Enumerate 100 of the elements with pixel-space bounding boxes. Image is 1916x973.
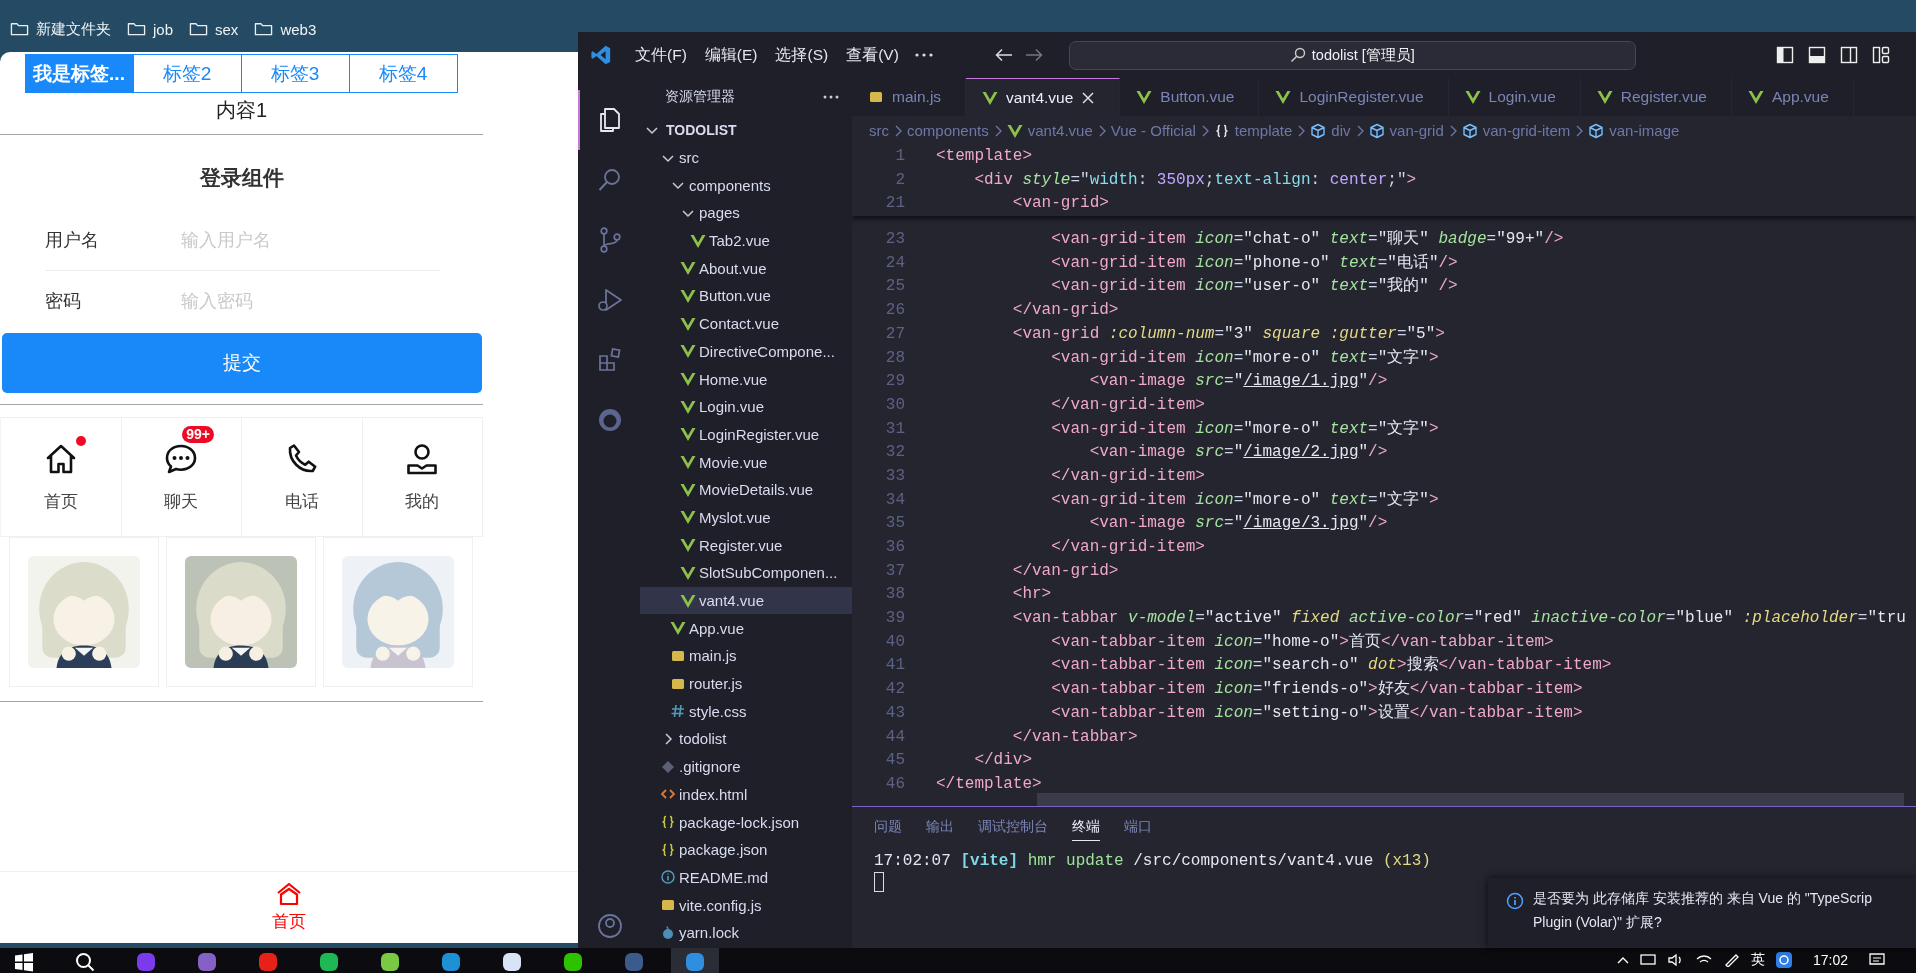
command-center[interactable]: todolist [管理员] — [1068, 40, 1636, 70]
tree-item[interactable]: package.json — [640, 835, 852, 864]
tab[interactable]: 标签3 — [240, 54, 350, 93]
menu-item[interactable]: 文件(F) — [626, 44, 696, 66]
tab[interactable]: 标签2 — [132, 54, 242, 93]
grid-item[interactable]: 我的 — [362, 417, 483, 537]
sidebar-toggle-icon[interactable] — [1776, 46, 1794, 64]
panel-toggle-icon[interactable] — [1808, 46, 1826, 64]
tree-item[interactable]: index.html — [640, 780, 852, 809]
editor-tab[interactable]: Button.vue — [1120, 78, 1260, 116]
menu-item[interactable]: 编辑(E) — [695, 44, 767, 66]
close-icon[interactable] — [1081, 90, 1096, 105]
layout-icon[interactable] — [1872, 46, 1890, 64]
secondary-sidebar-icon[interactable] — [1840, 46, 1858, 64]
breadcrumb-item[interactable]: van-grid-item — [1461, 122, 1571, 139]
editor-tab[interactable]: App.vue — [1731, 78, 1854, 116]
tree-item[interactable]: LoginRegister.vue — [640, 420, 852, 449]
line-number: 29 — [884, 371, 905, 393]
tree-item[interactable]: DirectiveCompone... — [640, 337, 852, 366]
tree-item[interactable]: todolist — [640, 725, 852, 753]
grid-item-label: 首页 — [43, 490, 78, 513]
bookmark-item[interactable]: web3 — [254, 20, 317, 38]
tree-item[interactable]: About.vue — [640, 254, 852, 283]
tree-item[interactable]: style.css — [640, 697, 852, 726]
cube-icon — [1310, 122, 1327, 139]
tree-item[interactable]: Login.vue — [640, 392, 852, 421]
tree-item[interactable]: vant4.vue — [640, 586, 852, 615]
tree-item[interactable]: App.vue — [640, 614, 852, 643]
notification-icon[interactable] — [1868, 952, 1886, 968]
tree-item[interactable]: SlotSubComponen... — [640, 559, 852, 587]
clock[interactable]: 17:02 — [1812, 952, 1848, 968]
editor-tab[interactable]: Register.vue — [1580, 78, 1732, 116]
tree-item[interactable]: router.js — [640, 669, 852, 698]
line-number: 25 — [884, 276, 905, 298]
breadcrumb-item[interactable]: van-grid — [1368, 122, 1444, 139]
breadcrumb-item[interactable]: Vue - Official — [1110, 122, 1196, 139]
forward-arrow-icon[interactable] — [1023, 47, 1044, 63]
code-line: <hr> — [1011, 584, 1052, 606]
breadcrumb-item[interactable]: src — [869, 122, 889, 139]
image-cell[interactable] — [166, 537, 316, 687]
tree-item[interactable]: pages — [640, 199, 852, 227]
tabbar-item[interactable]: 首页 — [262, 872, 316, 943]
menu-item[interactable]: 查看(V) — [837, 44, 908, 66]
grid-item[interactable]: 首页 — [1, 417, 122, 537]
image-cell[interactable] — [323, 537, 473, 687]
tree-item[interactable]: TODOLIST — [640, 116, 852, 144]
image-cell[interactable] — [9, 537, 159, 687]
more-icon[interactable] — [822, 94, 840, 100]
panel-tab[interactable]: 输出 — [926, 813, 954, 841]
tree-item[interactable]: yarn.lock — [640, 918, 852, 947]
grid-item-label: 电话 — [284, 490, 319, 513]
breadcrumb-item[interactable]: van-image — [1588, 122, 1680, 139]
tree-item[interactable]: package-lock.json — [640, 808, 852, 836]
panel-tab[interactable]: 调试控制台 — [978, 813, 1048, 841]
tree-item[interactable]: Tab2.vue — [640, 226, 852, 255]
cube-icon — [1588, 122, 1605, 139]
line-number: 36 — [884, 537, 905, 558]
tree-item[interactable]: Register.vue — [640, 531, 852, 559]
tree-item[interactable]: Contact.vue — [640, 309, 852, 338]
back-arrow-icon[interactable] — [993, 47, 1014, 63]
breadcrumb-item[interactable]: components — [907, 122, 989, 139]
panel-tab[interactable]: 端口 — [1124, 813, 1152, 841]
submit-button[interactable]: 提交 — [2, 333, 482, 393]
bookmark-item[interactable]: job — [127, 20, 174, 38]
panel-tab[interactable]: 终端 — [1072, 813, 1100, 841]
grid-item-label: 聊天 — [164, 490, 199, 513]
panel-tab[interactable]: 问题 — [874, 813, 902, 841]
grid-item[interactable]: 99+ 聊天 — [121, 417, 242, 537]
tree-item[interactable]: MovieDetails.vue — [640, 475, 852, 504]
menu-item[interactable]: 选择(S) — [766, 44, 838, 66]
breadcrumb-item[interactable]: template — [1213, 122, 1293, 139]
app-icon[interactable] — [1774, 951, 1793, 969]
line-number: 33 — [884, 465, 905, 487]
network-icon[interactable] — [1638, 953, 1657, 967]
bookmark-item[interactable]: 新建文件夹 — [10, 19, 111, 39]
tree-item[interactable]: main.js — [640, 642, 852, 670]
breadcrumb-item[interactable]: vant4.vue — [1006, 122, 1093, 139]
tree-item[interactable]: Myslot.vue — [640, 503, 852, 532]
windows-logo-icon — [14, 952, 34, 972]
input-method-indicator[interactable]: 英 — [1750, 951, 1765, 969]
more-icon[interactable] — [913, 52, 934, 58]
line-number: 27 — [884, 323, 905, 345]
tree-item[interactable]: .gitignore — [640, 752, 852, 781]
editor-tab[interactable]: LoginRegister.vue — [1259, 78, 1449, 116]
tab[interactable]: 我是标签... — [24, 54, 134, 93]
tree-item[interactable]: vite.config.js — [640, 891, 852, 919]
editor-tab[interactable]: Login.vue — [1448, 78, 1581, 116]
breadcrumb-item[interactable]: div — [1310, 122, 1351, 139]
tree-item[interactable]: Movie.vue — [640, 448, 852, 476]
tree-item[interactable]: Button.vue — [640, 282, 852, 310]
chevron-up-icon[interactable] — [1616, 956, 1629, 964]
tree-item[interactable]: components — [640, 171, 852, 200]
editor-tab[interactable]: vant4.vue — [966, 78, 1121, 116]
tree-item[interactable]: src — [640, 143, 852, 172]
horizontal-scrollbar[interactable] — [1037, 793, 1904, 806]
tree-item[interactable]: Home.vue — [640, 365, 852, 393]
tab[interactable]: 标签4 — [348, 54, 458, 93]
tree-item[interactable]: README.md — [640, 863, 852, 892]
bookmark-item[interactable]: sex — [189, 20, 239, 38]
grid-item[interactable]: 电话 — [242, 417, 363, 537]
